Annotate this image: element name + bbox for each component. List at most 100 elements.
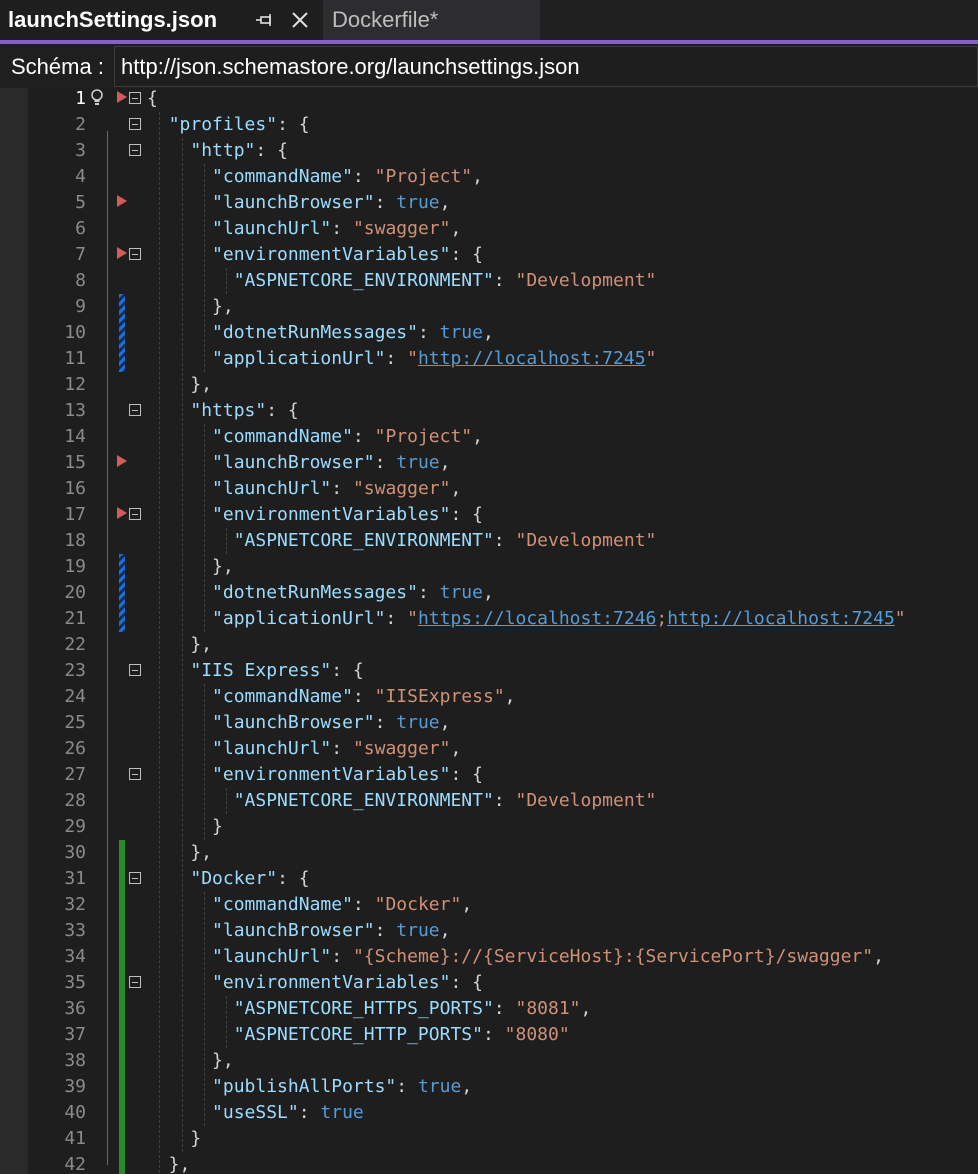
code-line[interactable]: 18 "ASPNETCORE_ENVIRONMENT": "Developmen… <box>28 528 978 554</box>
line-number: 20 <box>64 582 86 603</box>
collapse-toggle-icon[interactable] <box>129 144 141 156</box>
schema-input[interactable]: http://json.schemastore.org/launchsettin… <box>114 46 978 87</box>
code-line[interactable]: 17 "environmentVariables": { <box>28 502 978 528</box>
collapse-toggle-icon[interactable] <box>129 664 141 676</box>
code-text: "ASPNETCORE_ENVIRONMENT": "Development" <box>147 268 657 294</box>
code-line[interactable]: 13 "https": { <box>28 398 978 424</box>
code-token: , <box>439 920 451 941</box>
code-line[interactable]: 33 "launchBrowser": true, <box>28 918 978 944</box>
code-text: "http": { <box>147 138 288 164</box>
code-line[interactable]: 19 }, <box>28 554 978 580</box>
code-line[interactable]: 16 "launchUrl": "swagger", <box>28 476 978 502</box>
code-line[interactable]: 32 "commandName": "Docker", <box>28 892 978 918</box>
code-line[interactable]: 39 "publishAllPorts": true, <box>28 1074 978 1100</box>
code-line[interactable]: 36 "ASPNETCORE_HTTPS_PORTS": "8081", <box>28 996 978 1022</box>
pin-icon[interactable] <box>254 8 278 32</box>
code-line[interactable]: 25 "launchBrowser": true, <box>28 710 978 736</box>
code-token: : <box>374 920 397 941</box>
code-text: "applicationUrl": "http://localhost:7245… <box>147 346 656 372</box>
collapse-toggle-icon[interactable] <box>129 768 141 780</box>
tab-launchsettings[interactable]: launchSettings.json <box>0 0 322 40</box>
code-token: "dotnetRunMessages" <box>212 582 418 603</box>
collapse-toggle-icon[interactable] <box>129 92 141 104</box>
tab-dockerfile[interactable]: Dockerfile* <box>323 0 540 40</box>
code-line[interactable]: 7 "environmentVariables": { <box>28 242 978 268</box>
breakpoint-marker-icon[interactable] <box>117 91 127 103</box>
url-link[interactable]: https://localhost:7246 <box>418 608 656 629</box>
code-line[interactable]: 14 "commandName": "Project", <box>28 424 978 450</box>
code-line[interactable]: 20 "dotnetRunMessages": true, <box>28 580 978 606</box>
breakpoint-marker-icon[interactable] <box>117 247 127 259</box>
breakpoint-marker-icon[interactable] <box>117 195 127 207</box>
code-line[interactable]: 5 "launchBrowser": true, <box>28 190 978 216</box>
code-line[interactable]: 40 "useSSL": true <box>28 1100 978 1126</box>
code-token: }, <box>147 842 213 863</box>
code-token: , <box>482 322 494 343</box>
code-line[interactable]: 37 "ASPNETCORE_HTTP_PORTS": "8080" <box>28 1022 978 1048</box>
code-token: : <box>374 452 397 473</box>
code-text: "ASPNETCORE_HTTP_PORTS": "8080" <box>147 1022 570 1048</box>
collapse-toggle-icon[interactable] <box>129 872 141 884</box>
code-line[interactable]: 15 "launchBrowser": true, <box>28 450 978 476</box>
code-token: , <box>873 946 884 967</box>
code-line[interactable]: 35 "environmentVariables": { <box>28 970 978 996</box>
code-line[interactable]: 11 "applicationUrl": "http://localhost:7… <box>28 346 978 372</box>
line-number: 42 <box>64 1154 86 1174</box>
code-line[interactable]: 42 }, <box>28 1152 978 1174</box>
code-line[interactable]: 9 }, <box>28 294 978 320</box>
code-token: : { <box>266 400 299 421</box>
code-line[interactable]: 29 } <box>28 814 978 840</box>
code-token: "ASPNETCORE_HTTP_PORTS" <box>233 1024 483 1045</box>
line-number: 41 <box>64 1128 86 1149</box>
line-number: 17 <box>64 504 86 525</box>
code-line[interactable]: 6 "launchUrl": "swagger", <box>28 216 978 242</box>
code-line[interactable]: 4 "commandName": "Project", <box>28 164 978 190</box>
collapse-toggle-icon[interactable] <box>129 508 141 520</box>
code-token: "environmentVariables" <box>212 764 451 785</box>
code-line[interactable]: 8 "ASPNETCORE_ENVIRONMENT": "Development… <box>28 268 978 294</box>
code-line[interactable]: 28 "ASPNETCORE_ENVIRONMENT": "Developmen… <box>28 788 978 814</box>
code-line[interactable]: 22 }, <box>28 632 978 658</box>
code-line[interactable]: 30 }, <box>28 840 978 866</box>
code-token: : <box>385 608 408 629</box>
code-line[interactable]: 12 }, <box>28 372 978 398</box>
collapse-toggle-icon[interactable] <box>129 118 141 130</box>
breakpoint-marker-icon[interactable] <box>117 455 127 467</box>
collapse-toggle-icon[interactable] <box>129 976 141 988</box>
schema-label: Schéma : <box>11 54 104 79</box>
code-line[interactable]: 34 "launchUrl": "{Scheme}://{ServiceHost… <box>28 944 978 970</box>
breakpoint-marker-icon[interactable] <box>117 507 127 519</box>
url-link[interactable]: http://localhost:7245 <box>418 348 646 369</box>
url-link[interactable]: http://localhost:7245 <box>667 608 895 629</box>
code-editor[interactable]: 1{2 "profiles": {3 "http": {4 "commandNa… <box>0 88 978 1174</box>
code-token: : { <box>255 140 288 161</box>
lightbulb-icon[interactable] <box>90 88 104 108</box>
code-line[interactable]: 2 "profiles": { <box>28 112 978 138</box>
collapse-toggle-icon[interactable] <box>129 248 141 260</box>
line-number: 1 <box>75 88 86 109</box>
line-number: 16 <box>64 478 86 499</box>
code-text: }, <box>147 840 212 866</box>
code-line[interactable]: 26 "launchUrl": "swagger", <box>28 736 978 762</box>
code-line[interactable]: 1{ <box>28 88 978 112</box>
line-number: 3 <box>75 140 86 161</box>
code-line[interactable]: 23 "IIS Express": { <box>28 658 978 684</box>
collapse-toggle-icon[interactable] <box>129 404 141 416</box>
code-token: ; <box>656 608 668 629</box>
code-line[interactable]: 38 }, <box>28 1048 978 1074</box>
code-line[interactable]: 31 "Docker": { <box>28 866 978 892</box>
code-line[interactable]: 3 "http": { <box>28 138 978 164</box>
code-line[interactable]: 21 "applicationUrl": "https://localhost:… <box>28 606 978 632</box>
code-line[interactable]: 10 "dotnetRunMessages": true, <box>28 320 978 346</box>
code-line[interactable]: 41 } <box>28 1126 978 1152</box>
code-token: : <box>417 582 440 603</box>
close-icon[interactable] <box>288 8 312 32</box>
code-line[interactable]: 27 "environmentVariables": { <box>28 762 978 788</box>
code-line[interactable]: 24 "commandName": "IISExpress", <box>28 684 978 710</box>
